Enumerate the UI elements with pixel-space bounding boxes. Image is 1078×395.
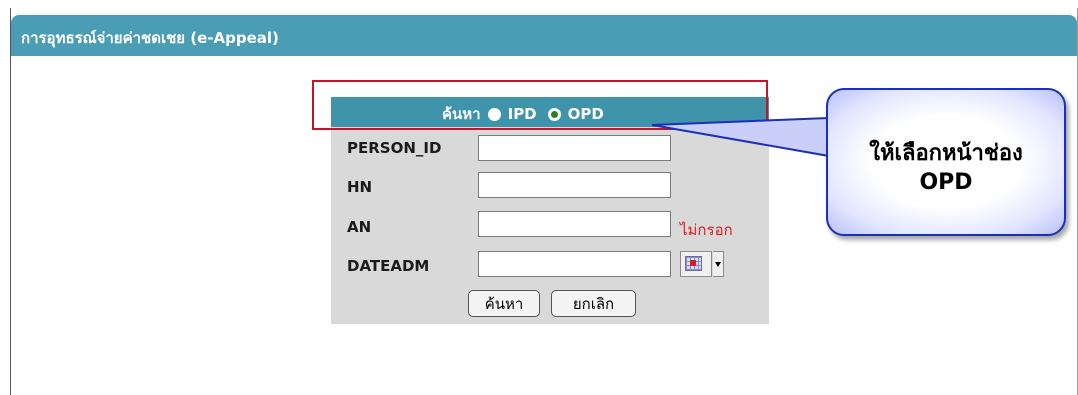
calendar-button[interactable] xyxy=(680,251,712,277)
opd-radio-label[interactable]: OPD xyxy=(568,105,604,123)
dateadm-input[interactable] xyxy=(478,251,671,277)
ipd-radio-label[interactable]: IPD xyxy=(508,105,537,123)
hn-label: HN xyxy=(347,178,373,196)
person-id-input[interactable] xyxy=(478,135,671,161)
opd-radio[interactable] xyxy=(547,107,561,121)
search-button[interactable]: ค้นหา xyxy=(468,290,540,317)
cancel-button[interactable]: ยกเลิก xyxy=(551,290,636,317)
search-panel-header: ค้นหา IPD OPD xyxy=(331,97,769,127)
calendar-marker xyxy=(690,260,696,266)
title-bar: การอุทธรณ์จ่ายค่าชดเชย (e-Appeal) xyxy=(11,15,1077,56)
callout-bubble: ให้เลือกหน้าช่อง OPD xyxy=(826,88,1066,236)
an-note: ไม่กรอก xyxy=(680,221,733,239)
page-title: การอุทธรณ์จ่ายค่าชดเชย (e-Appeal) xyxy=(21,29,279,47)
person-id-label: PERSON_ID xyxy=(347,139,442,157)
window-border-left xyxy=(10,8,11,395)
an-input[interactable] xyxy=(478,211,671,237)
dateadm-label: DATEADM xyxy=(347,257,430,275)
callout-text-line1: ให้เลือกหน้าช่อง xyxy=(869,141,1023,166)
calendar-dropdown-icon[interactable] xyxy=(713,251,724,277)
search-header-label: ค้นหา xyxy=(442,105,481,123)
callout-text-line2: OPD xyxy=(919,170,973,195)
hn-input[interactable] xyxy=(478,172,671,198)
an-label: AN xyxy=(347,218,372,236)
ipd-radio[interactable] xyxy=(487,107,501,121)
